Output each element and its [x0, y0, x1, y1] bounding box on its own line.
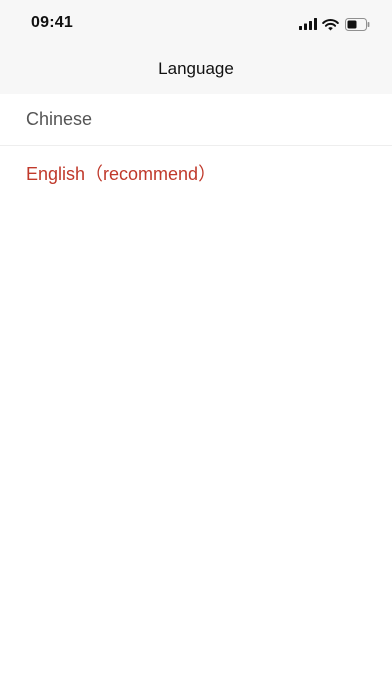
signal-icon: [299, 18, 317, 30]
battery-icon: [345, 17, 370, 31]
language-list: Chinese English（recommend）: [0, 94, 392, 202]
status-time: 09:41: [31, 14, 73, 31]
language-option-english[interactable]: English（recommend）: [0, 146, 392, 202]
top-bar: 09:41 Language: [0, 0, 392, 94]
page-title: Language: [158, 59, 234, 78]
language-option-chinese[interactable]: Chinese: [0, 94, 392, 146]
status-icons: [299, 15, 370, 33]
wifi-icon: [322, 18, 339, 30]
